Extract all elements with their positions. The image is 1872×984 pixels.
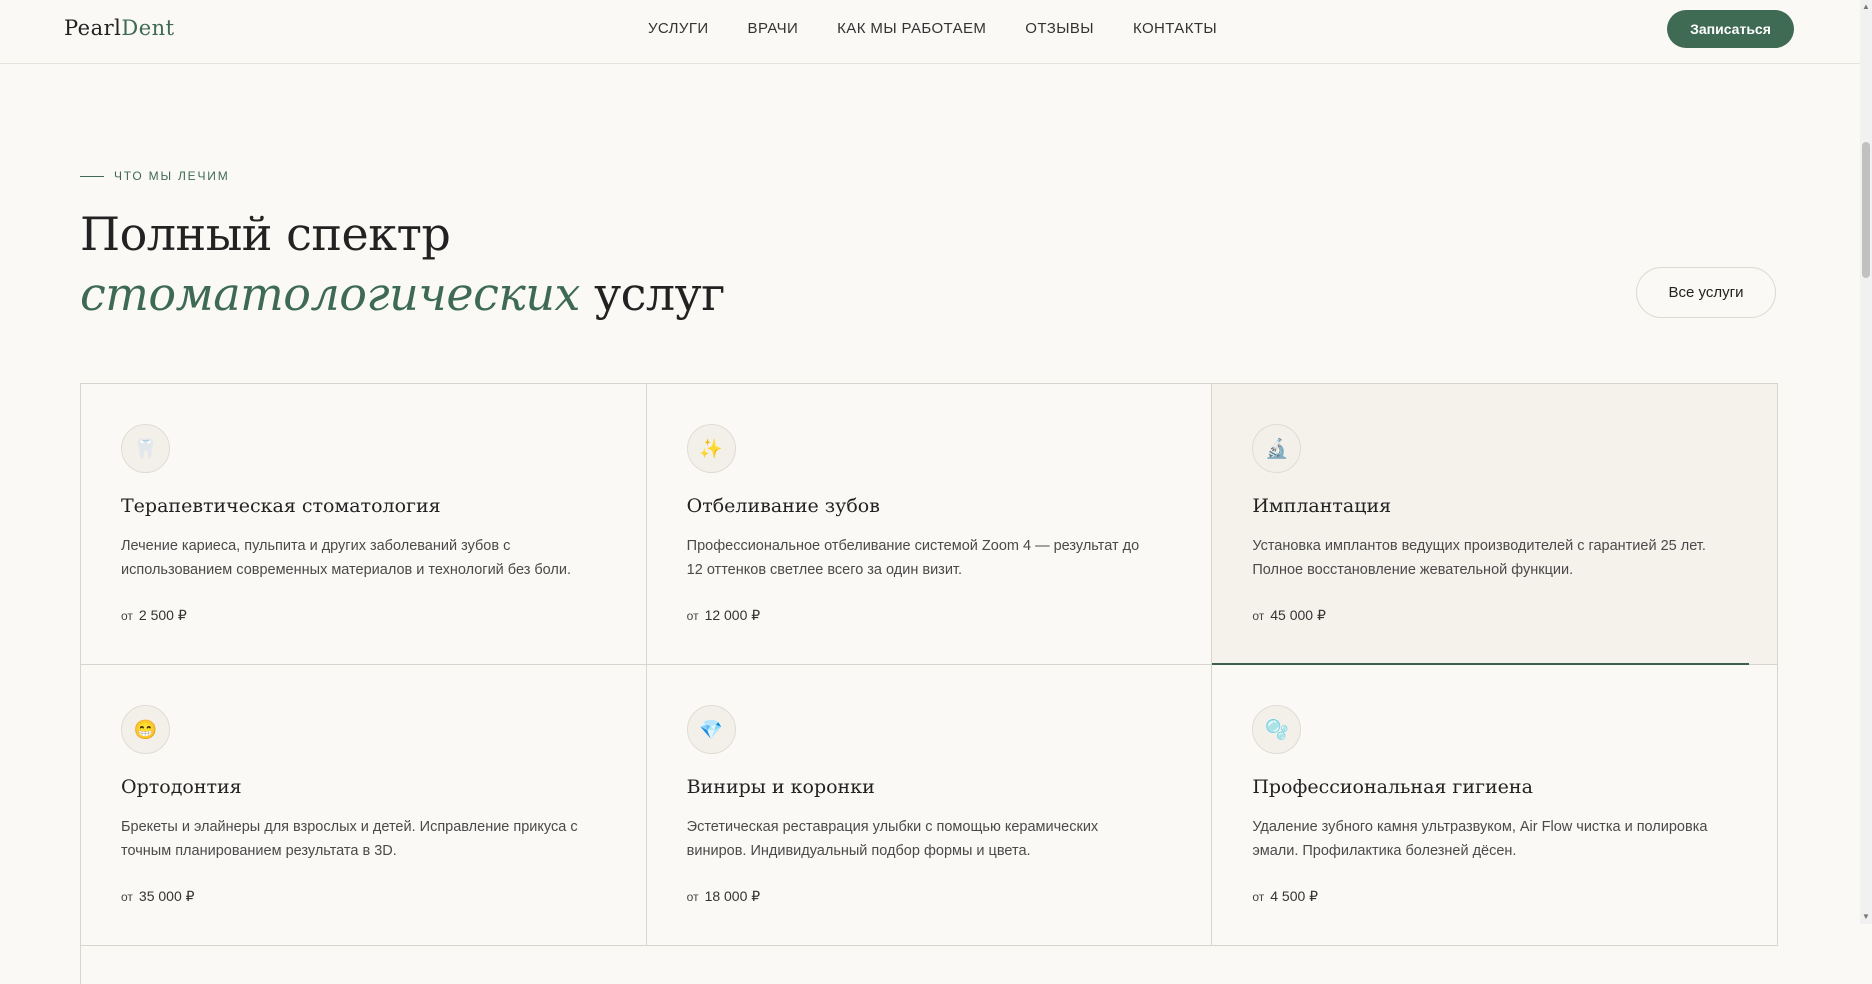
service-title: Профессиональная гигиена <box>1252 776 1533 798</box>
service-card-whitening[interactable]: ✨ Отбеливание зубов Профессиональное отб… <box>646 384 1213 665</box>
price-prefix: от <box>1252 890 1265 904</box>
nav-item-reviews[interactable]: ОТЗЫВЫ <box>1025 20 1094 37</box>
gem-icon: 💎 <box>686 705 736 754</box>
scroll-down-arrow-icon[interactable]: ▼ <box>1862 912 1870 922</box>
price-prefix: от <box>686 890 699 904</box>
microscope-icon: 🔬 <box>1252 424 1302 473</box>
service-description: Установка имплантов ведущих производител… <box>1252 538 1706 578</box>
logo[interactable]: PearlDent <box>64 16 175 40</box>
service-card-hygiene[interactable]: 🫧 Профессиональная гигиена Удаление зубн… <box>1212 665 1778 946</box>
section-eyebrow: ЧТО МЫ ЛЕЧИМ <box>80 169 230 183</box>
service-card-implantation[interactable]: 🔬 Имплантация Установка имплантов ведущи… <box>1212 384 1778 665</box>
service-price: от 45 000 ₽ <box>1252 607 1326 624</box>
nav-item-how-we-work[interactable]: КАК МЫ РАБОТАЕМ <box>837 20 986 37</box>
service-title: Виниры и коронки <box>686 776 875 798</box>
page-scrollbar[interactable]: ▲ ▼ <box>1860 0 1872 924</box>
title-accent: стоматологических <box>80 267 580 321</box>
logo-text-pearl: Pearl <box>64 16 122 40</box>
service-price: от 18 000 ₽ <box>687 888 761 905</box>
service-description: Удаление зубного камня ультразвуком, Air… <box>1252 819 1708 859</box>
service-title: Отбеливание зубов <box>686 495 880 517</box>
service-description: Брекеты и элайнеры для взрослых и детей.… <box>121 819 578 859</box>
all-services-button[interactable]: Все услуги <box>1636 267 1776 318</box>
service-price: от 35 000 ₽ <box>121 888 195 905</box>
price-value: 4 500 ₽ <box>1270 888 1319 904</box>
eyebrow-line <box>80 175 104 177</box>
price-value: 12 000 ₽ <box>704 607 761 623</box>
nav-item-doctors[interactable]: ВРАЧИ <box>748 20 799 37</box>
price-value: 18 000 ₽ <box>704 888 761 904</box>
service-description: Эстетическая реставрация улыбки с помощь… <box>686 819 1099 859</box>
service-price: от 12 000 ₽ <box>687 607 761 624</box>
title-line-1: Полный спектр <box>80 207 451 261</box>
service-card-orthodontics[interactable]: 😁 Ортодонтия Брекеты и элайнеры для взро… <box>81 665 647 946</box>
section-title: Полный спектр стоматологических услуг <box>80 204 725 324</box>
sparkles-icon: ✨ <box>686 424 736 473</box>
eyebrow-text: ЧТО МЫ ЛЕЧИМ <box>114 169 230 183</box>
price-prefix: от <box>121 890 133 904</box>
service-title: Терапевтическая стоматология <box>121 495 441 517</box>
price-prefix: от <box>121 609 133 623</box>
nav-item-services[interactable]: УСЛУГИ <box>648 20 709 37</box>
site-header: PearlDent УСЛУГИ ВРАЧИ КАК МЫ РАБОТАЕМ О… <box>0 0 1860 64</box>
title-rest: услуг <box>594 267 725 321</box>
book-appointment-button[interactable]: Записаться <box>1667 10 1794 48</box>
bubble-icon: 🫧 <box>1252 705 1302 754</box>
service-price: от 2 500 ₽ <box>121 607 187 624</box>
price-value: 2 500 ₽ <box>138 607 187 623</box>
scroll-up-arrow-icon[interactable]: ▲ <box>1862 2 1870 12</box>
service-description: Профессиональное отбеливание системой Zo… <box>686 538 1140 578</box>
tooth-icon: 🦷 <box>121 424 170 473</box>
main-nav: УСЛУГИ ВРАЧИ КАК МЫ РАБОТАЕМ ОТЗЫВЫ КОНТ… <box>648 20 1217 37</box>
scrollbar-thumb[interactable] <box>1862 142 1870 278</box>
price-prefix: от <box>686 609 699 623</box>
price-value: 45 000 ₽ <box>1270 607 1326 623</box>
grin-icon: 😁 <box>121 705 170 754</box>
service-card-therapy[interactable]: 🦷 Терапевтическая стоматология Лечение к… <box>81 384 647 665</box>
service-description: Лечение кариеса, пульпита и других забол… <box>121 538 572 578</box>
service-title: Имплантация <box>1252 495 1392 517</box>
service-card-veneers[interactable]: 💎 Виниры и коронки Эстетическая реставра… <box>646 665 1213 946</box>
service-title: Ортодонтия <box>121 776 242 798</box>
price-value: 35 000 ₽ <box>138 888 195 904</box>
price-prefix: от <box>1252 609 1265 623</box>
nav-item-contacts[interactable]: КОНТАКТЫ <box>1133 20 1217 37</box>
logo-text-dent: Dent <box>121 16 175 40</box>
service-price: от 4 500 ₽ <box>1252 888 1318 905</box>
services-grid: 🦷 Терапевтическая стоматология Лечение к… <box>80 383 1778 984</box>
